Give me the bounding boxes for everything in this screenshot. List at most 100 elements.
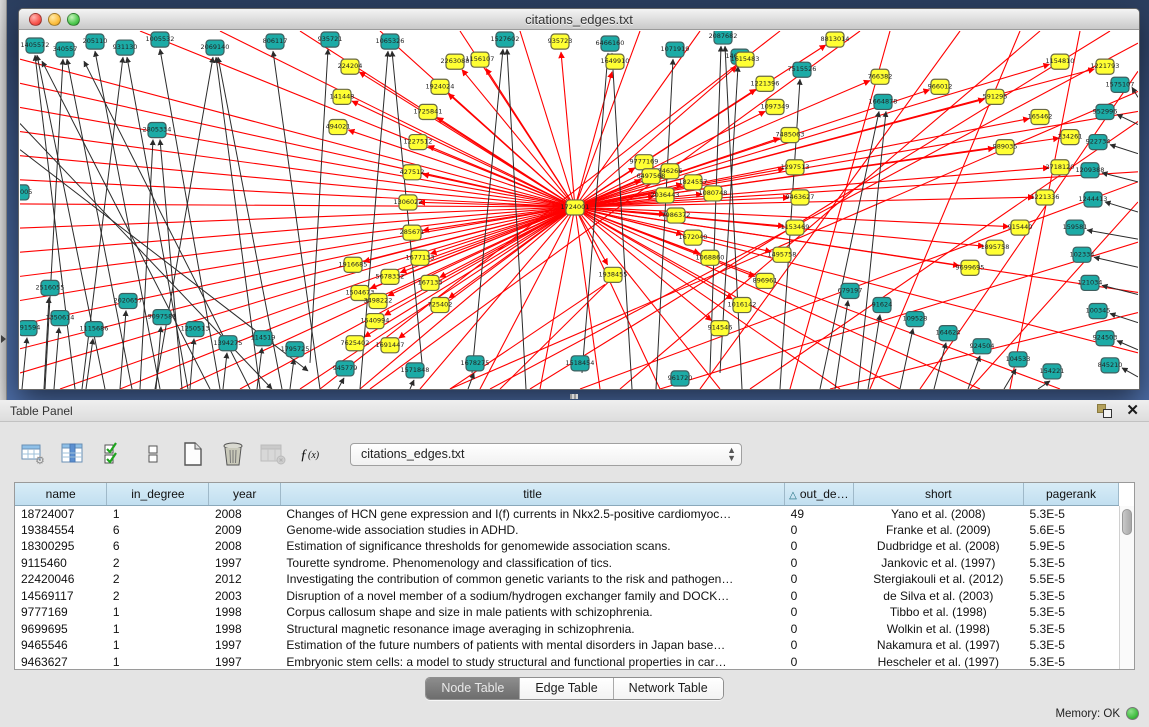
graph-node[interactable]: 966012 [928, 79, 953, 94]
graph-node[interactable]: 1156107 [466, 52, 495, 67]
graph-node[interactable]: 1405572 [21, 38, 50, 53]
graph-node[interactable]: 1244413 [1079, 192, 1108, 207]
graph-node[interactable]: 725402 [428, 297, 453, 312]
table-row[interactable]: 911546021997Tourette syndrome. Phenomeno… [15, 555, 1119, 572]
graph-node[interactable]: 1097349 [761, 99, 790, 114]
graph-node[interactable]: 1672040 [679, 230, 708, 245]
graph-node[interactable]: 1306022 [394, 195, 423, 210]
table-row[interactable]: 946362711997Embryonic stem cells: a mode… [15, 654, 1119, 671]
graph-node[interactable]: 253005 [20, 185, 32, 200]
graph-node[interactable]: 340557 [53, 42, 78, 57]
graph-node[interactable]: 121034 [1078, 275, 1103, 290]
graph-node[interactable]: 1221793 [1091, 59, 1120, 74]
graph-node[interactable]: 1615483 [731, 52, 760, 67]
graph-node[interactable]: 1065326 [376, 34, 405, 49]
graph-node[interactable]: 141448 [330, 89, 355, 104]
column-header-in_degree[interactable]: in_degree [107, 483, 209, 505]
table-select-dropdown[interactable]: citations_edges.txt ▲▼ [350, 443, 742, 466]
graph-node[interactable]: 591295 [983, 89, 1008, 104]
graph-node[interactable]: 2087682 [709, 31, 738, 44]
graph-node[interactable]: 952996 [1093, 104, 1118, 119]
graph-node[interactable]: 766382 [868, 69, 893, 84]
graph-node[interactable]: 1895758 [981, 240, 1010, 255]
graph-node[interactable]: 1115686 [80, 322, 109, 337]
graph-node[interactable]: 896961 [753, 273, 778, 288]
graph-node[interactable]: 234261 [1058, 130, 1083, 145]
table-settings-button[interactable]: ⚙ [18, 439, 48, 469]
graph-node[interactable]: 2718120 [1046, 160, 1075, 175]
graph-node[interactable]: 1649910 [601, 54, 630, 69]
graph-node[interactable]: 1924024 [426, 79, 455, 94]
graph-node[interactable]: 1071919 [661, 42, 690, 57]
graph-node[interactable]: 1016142 [728, 297, 757, 312]
column-header-short[interactable]: short [853, 483, 1023, 505]
graph-node[interactable]: 7485063 [776, 128, 805, 143]
graph-node[interactable]: 2020657 [114, 293, 143, 308]
graph-node[interactable]: 1154810 [1046, 54, 1075, 69]
graph-node[interactable]: 914546 [708, 321, 733, 336]
table-row[interactable]: 1456911722003Disruption of a novel membe… [15, 588, 1119, 605]
graph-node[interactable]: 1297513 [781, 160, 810, 175]
graph-node[interactable]: 1153469 [781, 220, 810, 235]
close-panel-icon[interactable]: ✕ [1126, 404, 1139, 418]
graph-node[interactable]: 1518454 [566, 356, 595, 371]
tab-edge-table[interactable]: Edge Table [519, 678, 612, 699]
float-panel-icon[interactable] [1097, 404, 1112, 418]
column-header-name[interactable]: name [15, 483, 107, 505]
select-column-button[interactable] [58, 439, 88, 469]
tab-network-table[interactable]: Network Table [613, 678, 723, 699]
graph-node[interactable]: 9699695 [956, 260, 985, 275]
graph-node[interactable]: 1394275 [214, 336, 243, 351]
graph-node[interactable]: 165462 [1028, 109, 1053, 124]
graph-node[interactable]: 1250513 [181, 322, 210, 337]
graph-node[interactable]: 494021 [326, 119, 351, 134]
graph-node[interactable]: 1678275 [461, 356, 490, 371]
delete-table-button[interactable] [258, 439, 288, 469]
graph-node[interactable]: 224204 [338, 59, 363, 74]
minimize-window-button[interactable] [48, 13, 61, 26]
zoom-window-button[interactable] [67, 13, 80, 26]
graph-node[interactable]: 91624 [872, 297, 893, 312]
column-header-year[interactable]: year [209, 483, 280, 505]
graph-node[interactable]: 1691447 [376, 338, 405, 353]
graph-node[interactable]: 159581 [1063, 220, 1088, 235]
delete-attribute-button[interactable] [218, 439, 248, 469]
new-table-button[interactable] [178, 439, 208, 469]
graph-node[interactable]: 3498222 [364, 293, 393, 308]
graph-node[interactable]: 989035 [993, 140, 1018, 155]
graph-node[interactable]: 7515526 [788, 62, 817, 77]
graph-node[interactable]: 102334 [1070, 247, 1095, 262]
graph-node[interactable]: 109528 [903, 312, 928, 327]
column-header-pagerank[interactable]: pagerank [1024, 483, 1119, 505]
graph-node[interactable]: 1938455 [599, 267, 628, 282]
graph-node[interactable]: 922734 [1086, 135, 1111, 150]
graph-node[interactable]: 1221336 [1031, 190, 1060, 205]
graph-node[interactable]: 6466160 [596, 36, 625, 51]
table-row[interactable]: 946554611997Estimation of the future num… [15, 637, 1119, 654]
panel-divider-grip[interactable] [570, 394, 578, 399]
graph-node[interactable]: 961720 [668, 371, 693, 386]
graph-node[interactable]: 1795725 [281, 342, 310, 357]
node-table-grid[interactable]: namein_degreeyeartitle△out_de…shortpager… [15, 483, 1119, 670]
graph-node[interactable]: 5678332 [376, 269, 405, 284]
graph-node[interactable]: 9097588 [148, 310, 177, 325]
graph-node[interactable]: 1527602 [491, 32, 520, 47]
show-columns-button[interactable] [98, 439, 128, 469]
network-canvas[interactable]: 1405572 340557 205110 931130 1005532 206… [20, 31, 1138, 389]
graph-node[interactable]: 167133 [418, 275, 443, 290]
graph-node[interactable]: 114519 [251, 331, 276, 346]
graph-node[interactable]: 1221396 [751, 76, 780, 91]
close-window-button[interactable] [29, 13, 42, 26]
graph-node[interactable]: 391594 [20, 321, 40, 336]
graph-node[interactable]: 2805334 [143, 123, 172, 138]
graph-node[interactable]: 285671 [400, 225, 425, 240]
graph-node[interactable]: 679197 [838, 283, 863, 298]
table-row[interactable]: 2242004622012Investigating the contribut… [15, 571, 1119, 588]
graph-node[interactable]: 1677133 [406, 250, 435, 265]
graph-node[interactable]: 806117 [263, 34, 288, 49]
panel-expand-handle[interactable] [1, 335, 6, 343]
graph-node[interactable]: 100345 [1086, 304, 1111, 319]
graph-node[interactable]: 1350614 [46, 311, 75, 326]
graph-node[interactable]: 164624 [936, 326, 961, 341]
graph-node[interactable]: 924503 [1093, 331, 1118, 346]
